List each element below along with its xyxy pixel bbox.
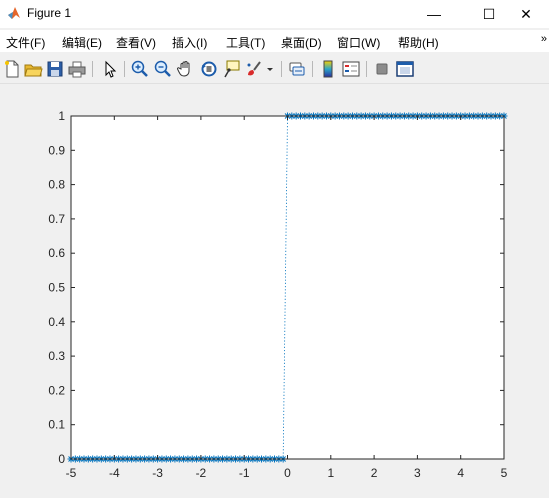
menu-help[interactable]: 帮助(H)	[398, 34, 439, 51]
link-plot-icon[interactable]	[287, 59, 307, 79]
y-tick-label: 0.4	[48, 315, 65, 329]
y-tick-label: 0.7	[48, 212, 65, 226]
menu-view[interactable]: 查看(V)	[116, 34, 156, 51]
menu-insert[interactable]: 插入(I)	[172, 34, 207, 51]
minimize-icon: —	[427, 6, 441, 22]
window-title: Figure 1	[27, 6, 72, 20]
pan-hand-icon[interactable]	[176, 59, 196, 79]
print-icon[interactable]	[67, 59, 87, 79]
select-arrow-icon[interactable]	[100, 59, 120, 79]
menu-window[interactable]: 窗口(W)	[337, 34, 380, 51]
data-cursor-icon[interactable]	[222, 59, 242, 79]
toolbar-separator	[124, 61, 125, 77]
x-tick-label: 5	[501, 466, 508, 480]
y-tick-label: 0.6	[48, 246, 65, 260]
toolbar-separator	[366, 61, 367, 77]
toolbar-separator	[281, 61, 282, 77]
zoom-in-icon[interactable]	[130, 59, 150, 79]
menu-tools[interactable]: 工具(T)	[226, 34, 265, 51]
y-tick-label: 0.9	[48, 143, 65, 157]
x-tick-label: 0	[284, 466, 291, 480]
close-button[interactable]: ✕	[503, 0, 549, 28]
y-tick-label: 0.3	[48, 349, 65, 363]
new-figure-icon[interactable]	[2, 59, 22, 79]
maximize-icon: ☐	[482, 5, 496, 22]
y-tick-label: 0.1	[48, 418, 65, 432]
hide-plot-tools-icon[interactable]	[372, 59, 392, 79]
brush-icon[interactable]	[244, 59, 264, 79]
toolbar-separator	[92, 61, 93, 77]
y-tick-label: 1	[58, 109, 65, 123]
figure-toolbar	[0, 55, 549, 84]
x-tick-label: -4	[109, 466, 120, 480]
title-bar: Figure 1 — ☐ ✕	[0, 0, 549, 28]
menu-file[interactable]: 文件(F)	[6, 34, 45, 51]
x-tick-label: 3	[414, 466, 421, 480]
menu-edit[interactable]: 编辑(E)	[62, 34, 102, 51]
x-tick-label: -3	[152, 466, 163, 480]
minimize-button[interactable]: —	[411, 0, 457, 28]
figure-canvas: -5 -4 -3 -2 -1 0 1 2 3 4 5 0 0.1 0.2 0.3 0.4 0.5 0.6 0.7 0…	[48, 109, 508, 480]
rotate-3d-icon[interactable]	[199, 59, 219, 79]
y-tick-label: 0.5	[48, 281, 65, 295]
colorbar-icon[interactable]	[318, 59, 338, 79]
show-plot-tools-icon[interactable]	[395, 59, 415, 79]
brush-dropdown-icon[interactable]	[264, 59, 276, 79]
y-tick-label: 0.8	[48, 178, 65, 192]
y-tick-label: 0	[58, 452, 65, 466]
x-tick-label: -5	[66, 466, 77, 480]
x-tick-label: -2	[196, 466, 207, 480]
menu-bar: 文件(F) 编辑(E) 查看(V) 插入(I) 工具(T) 桌面(D) 窗口(W…	[0, 30, 549, 52]
close-icon: ✕	[520, 5, 532, 22]
axes-background[interactable]	[71, 116, 504, 459]
legend-icon[interactable]	[341, 59, 361, 79]
menu-overflow-icon[interactable]: »	[541, 33, 547, 45]
zoom-out-icon[interactable]	[153, 59, 173, 79]
matlab-logo-icon	[8, 7, 20, 19]
toolbar-separator	[312, 61, 313, 77]
open-file-icon[interactable]	[23, 59, 43, 79]
x-tick-label: 1	[327, 466, 334, 480]
save-icon[interactable]	[45, 59, 65, 79]
x-tick-label: -1	[239, 466, 250, 480]
x-tick-label: 2	[371, 466, 378, 480]
menu-desktop[interactable]: 桌面(D)	[281, 34, 322, 51]
y-tick-label: 0.2	[48, 383, 65, 397]
figure-window: Figure 1 — ☐ ✕ 文件(F) 编辑(E) 查看(V) 插入(I) 工…	[0, 0, 549, 498]
x-tick-label: 4	[457, 466, 464, 480]
